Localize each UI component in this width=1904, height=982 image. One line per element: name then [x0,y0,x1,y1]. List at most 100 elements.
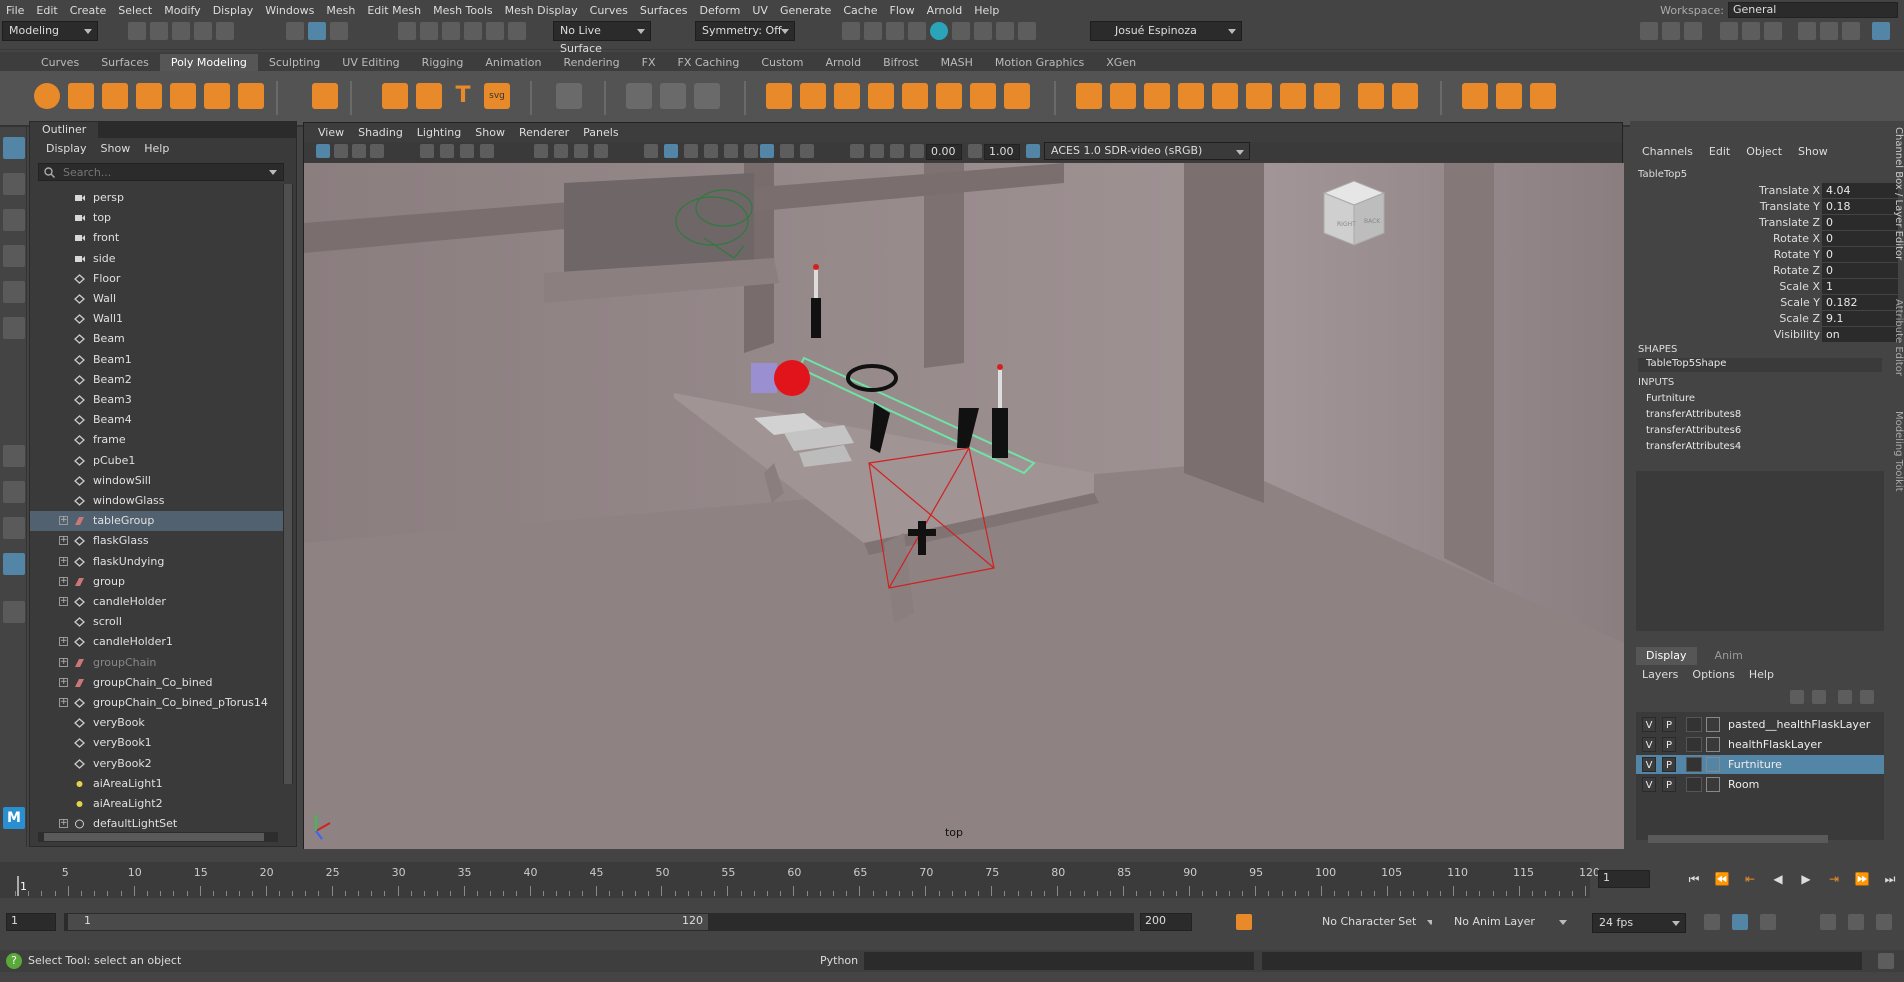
channel-row[interactable]: Translate Y 0.18 [1638,199,1898,215]
outliner-menu-display[interactable]: Display [46,140,87,158]
remesh-icon[interactable] [1004,83,1030,109]
select-tool-icon[interactable] [3,137,25,159]
channel-row[interactable]: Rotate X0 [1638,231,1898,247]
wireframe-on-shaded-icon[interactable] [684,144,698,158]
outliner-menu-show[interactable]: Show [101,140,131,158]
step-back-frame-icon[interactable]: ⇤ [1742,871,1758,887]
outliner-item[interactable]: pCube1 [30,451,284,471]
layer-playback-toggle[interactable]: P [1662,717,1676,732]
snap-surface-icon[interactable] [486,22,504,40]
safe-action-icon[interactable] [574,144,588,158]
shelf-tab-uv-editing[interactable]: UV Editing [331,54,410,71]
exposure-field[interactable]: 0.00 [926,144,962,160]
options-menu[interactable]: Options [1692,668,1734,681]
outliner-item[interactable]: + flaskGlass [30,531,284,551]
render-flow-icon[interactable] [974,22,992,40]
channel-value-field[interactable]: 4.04 [1822,183,1898,198]
side-tab-attribute-editor[interactable]: Attribute Editor [1892,299,1904,409]
mode-dropdown[interactable]: Modeling [2,21,98,41]
channel-value-field[interactable]: 1 [1822,279,1898,294]
go-to-end-icon[interactable]: ⏭ [1882,871,1898,887]
ipr-render-icon[interactable] [908,22,926,40]
outliner-item[interactable]: veryBook2 [30,754,284,774]
channel-value-field[interactable]: 0 [1822,247,1898,262]
motion-blur-icon[interactable] [780,144,794,158]
outliner-item[interactable]: + candleHolder [30,592,284,612]
layer-visibility-toggle[interactable]: V [1642,717,1656,732]
menu-edit-mesh[interactable]: Edit Mesh [361,4,427,17]
outliner-item[interactable]: + groupChain_Co_bined [30,673,284,693]
input-node[interactable]: transferAttributes8 [1646,409,1741,420]
smooth-icon[interactable] [936,83,962,109]
outliner-item[interactable]: + groupChain [30,653,284,673]
show-channel-box-icon[interactable] [1872,22,1890,40]
merge-icon[interactable] [1246,83,1272,109]
insert-edge-loop-icon[interactable] [1496,83,1522,109]
scrollbar-thumb[interactable] [44,833,264,841]
render-current-icon[interactable] [886,22,904,40]
expand-icon[interactable]: + [59,576,68,586]
shelf-tab-poly-modeling[interactable]: Poly Modeling [159,54,258,71]
snap-grid-icon[interactable] [398,22,416,40]
pause-viewport-icon[interactable] [1018,22,1036,40]
expand-icon[interactable]: + [59,637,68,647]
layout-four-icon[interactable] [1684,22,1702,40]
outliner-item[interactable]: scroll [30,612,284,632]
sweep-mesh-icon[interactable] [416,83,442,109]
rotate-tool-icon[interactable] [3,281,25,303]
current-frame-field[interactable]: 1 [1598,870,1650,888]
render-settings-icon[interactable] [842,22,860,40]
outliner-item[interactable]: veryBook1 [30,733,284,753]
go-to-start-icon[interactable]: ⏮ [1686,871,1702,887]
range-slider-handle[interactable] [68,914,708,930]
outliner-item[interactable]: veryBook [30,713,284,733]
fps-dropdown[interactable]: 24 fps [1592,913,1686,933]
camera-attributes-icon[interactable] [334,144,348,158]
grease-pencil-icon[interactable] [420,144,434,158]
viewport-menu-renderer[interactable]: Renderer [513,123,575,142]
anim-layer-dropdown[interactable]: No Anim Layer [1432,913,1572,933]
offset-edge-loop-icon[interactable] [1530,83,1556,109]
poly-cube-icon[interactable] [68,83,94,109]
save-scene-icon[interactable] [172,22,190,40]
lasso-tool-icon[interactable] [3,173,25,195]
shelf-tab-animation[interactable]: Animation [474,54,552,71]
reduce-icon[interactable] [970,83,996,109]
gamma-field[interactable]: 1.00 [984,144,1020,160]
menu-help[interactable]: Help [968,4,1005,17]
animation-start-field[interactable]: 1 [6,913,56,931]
playback-preferences-icon[interactable] [1876,914,1892,930]
time-icon[interactable] [1720,22,1738,40]
safe-title-icon[interactable] [594,144,608,158]
outliner-item[interactable]: windowSill [30,471,284,491]
outliner-item[interactable]: windowGlass [30,491,284,511]
outliner-vertical-scrollbar[interactable] [283,184,293,784]
shelf-tab-custom[interactable]: Custom [750,54,814,71]
snap-point-icon[interactable] [442,22,460,40]
outliner-item[interactable]: Beam3 [30,390,284,410]
menu-deform[interactable]: Deform [693,4,746,17]
poly-cylinder-icon[interactable] [102,83,128,109]
menu-generate[interactable]: Generate [774,4,837,17]
undo-icon[interactable] [194,22,212,40]
smooth-shade-icon[interactable] [664,144,678,158]
shape-node[interactable]: TableTop5Shape [1638,358,1882,372]
layer-visibility-toggle[interactable]: V [1642,737,1656,752]
expand-icon[interactable]: + [59,819,68,829]
expand-icon[interactable]: + [59,657,68,667]
animation-end-field[interactable]: 200 [1140,913,1192,931]
center-pivot-icon[interactable] [660,83,686,109]
snap-curve-icon[interactable] [420,22,438,40]
shelf-tab-curves[interactable]: Curves [30,54,90,71]
render-view-icon[interactable] [864,22,882,40]
type-tool-icon[interactable]: T [450,83,476,109]
play-backwards-icon[interactable]: ◀ [1770,871,1786,887]
combine-icon[interactable] [766,83,792,109]
live-surface-dropdown[interactable]: No Live Surface [553,21,651,55]
viewport-menu-lighting[interactable]: Lighting [411,123,467,142]
step-forward-key-icon[interactable]: ⏩ [1854,871,1870,887]
viewport-menu-show[interactable]: Show [469,123,511,142]
select-component-icon[interactable] [330,22,348,40]
light-editor-icon[interactable] [996,22,1014,40]
shelf-tab-rigging[interactable]: Rigging [411,54,475,71]
